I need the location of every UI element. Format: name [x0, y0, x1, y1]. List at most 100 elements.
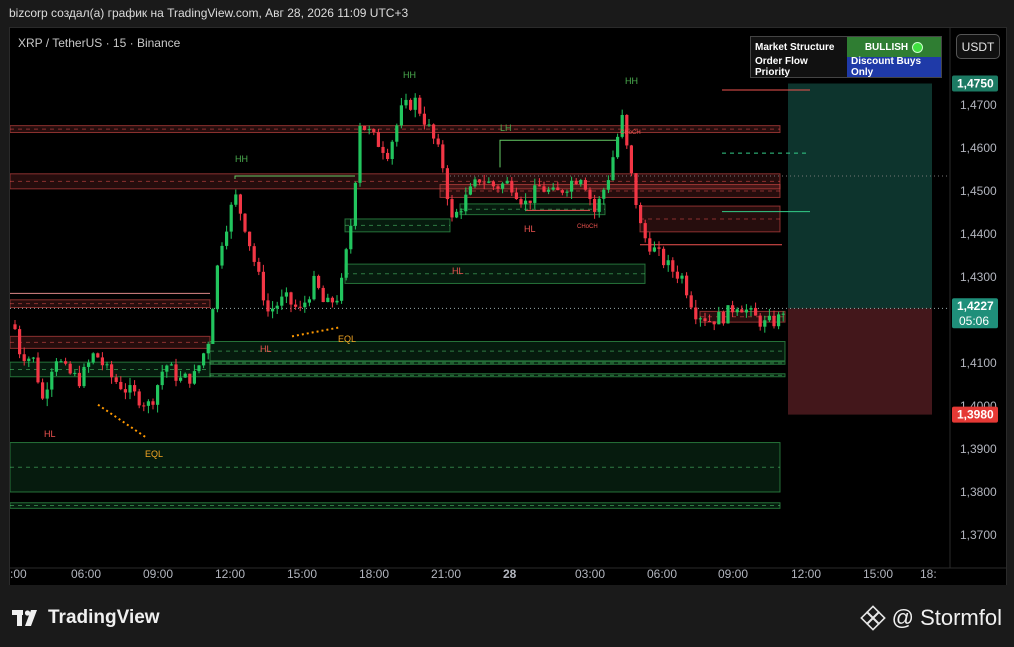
candle-body [13, 324, 17, 330]
candle-body [156, 385, 160, 405]
zones-layer [10, 83, 932, 509]
time-tick: 09:00 [718, 567, 748, 581]
symbol-label[interactable]: XRP / TetherUS · 15 · Binance [18, 36, 180, 50]
candle-body [188, 373, 192, 384]
author-tag[interactable]: @ Stormfol [859, 605, 1002, 631]
candle-body [68, 363, 72, 374]
eql-line-1 [97, 403, 147, 439]
candle-body [556, 187, 560, 191]
time-tick: 12:00 [791, 567, 821, 581]
candle-body [574, 180, 578, 185]
candle-body [367, 129, 371, 131]
chart-caption: bizcorp создал(а) график на TradingView.… [9, 6, 409, 20]
candle-body [740, 309, 744, 313]
candle-body [349, 225, 353, 250]
marker-hh-1: HH [235, 154, 248, 164]
candle-body [648, 238, 652, 252]
candle-body [675, 271, 679, 279]
candle-body [593, 198, 597, 212]
candle-body [353, 182, 357, 226]
candle-body [381, 146, 385, 153]
candle-body [100, 357, 104, 366]
candle-body [59, 361, 63, 363]
candle-body [694, 307, 698, 320]
candle-body [657, 247, 661, 249]
candle-body [496, 186, 500, 189]
candle-body [583, 180, 587, 190]
structure-line-2 [499, 139, 618, 168]
current-price-label-countdown: 05:06 [959, 314, 989, 328]
candle-body [455, 211, 459, 218]
candle-body [629, 145, 633, 174]
candle-body [114, 377, 118, 382]
candle-body [473, 179, 477, 187]
candle-body [64, 361, 68, 364]
candle-body [128, 385, 132, 393]
candle-body [459, 211, 463, 213]
candle-body [298, 306, 302, 308]
candle-body [280, 296, 284, 306]
candle-body [18, 329, 22, 355]
candle-body [652, 247, 656, 252]
time-tick: 06:00 [71, 567, 101, 581]
price-tick: 1,4600 [960, 141, 997, 155]
marker-choch-1: CHoCH [577, 224, 598, 230]
marker-hh-3: HH [625, 76, 638, 86]
order-flow-row: Order Flow Priority Discount Buys Only [751, 56, 941, 78]
price-tick: 1,4400 [960, 227, 997, 241]
price-tick: 1,3700 [960, 528, 997, 542]
chart-area[interactable]: HH HH HH LH HL HL HL HL EQL EQL CHoCH CHoCH 1,4700 1… [9, 27, 1007, 586]
candle-body [248, 231, 252, 247]
time-tick: 18:00 [359, 567, 389, 581]
candle-body [767, 315, 771, 321]
market-structure-row: Market Structure BULLISH [751, 37, 941, 57]
marker-eql-1: EQL [145, 449, 163, 459]
market-structure-value: BULLISH [847, 37, 941, 57]
candle-body [445, 168, 449, 200]
candle-body [146, 401, 150, 406]
order-flow-label: Order Flow Priority [751, 56, 847, 78]
candle-body [639, 205, 643, 224]
candle-body [616, 136, 620, 158]
candle-body [54, 361, 58, 372]
candle-body [634, 173, 638, 206]
price-tick: 1,3900 [960, 442, 997, 456]
candle-body [643, 223, 647, 239]
candle-body [468, 186, 472, 195]
candle-body [87, 362, 91, 367]
tradingview-logo[interactable]: TradingView [12, 607, 160, 629]
candle-body [215, 265, 219, 310]
stop-loss-zone [788, 308, 932, 415]
time-tick: 06:00 [647, 567, 677, 581]
candle-body [735, 309, 739, 313]
take-profit-zone [788, 83, 932, 309]
candle-body [510, 180, 514, 193]
candle-body [482, 182, 486, 184]
candle-body [611, 157, 615, 181]
candle-body [662, 248, 666, 266]
candle-body [225, 231, 229, 246]
candle-body [110, 364, 114, 378]
candle-body [211, 309, 215, 344]
marker-hl-1: HL [44, 429, 56, 439]
currency-button[interactable]: USDT [956, 34, 1000, 59]
candle-body [432, 124, 436, 139]
candle-body [703, 318, 707, 322]
candle-body [96, 353, 100, 358]
candle-body [441, 144, 445, 169]
candle-body [151, 401, 155, 405]
candle-body [340, 277, 344, 301]
price-tick: 1,4300 [960, 270, 997, 284]
tradingview-brand-text: TradingView [48, 607, 160, 628]
candle-body [376, 132, 380, 147]
marker-choch-2: CHoCH [620, 130, 641, 136]
candle-body [202, 353, 206, 366]
time-tick: 15:00 [287, 567, 317, 581]
candle-body [505, 180, 509, 184]
market-structure-label: Market Structure [751, 37, 847, 57]
candle-body [560, 190, 564, 193]
candle-body [220, 245, 224, 266]
candle-body [321, 287, 325, 303]
price-chart[interactable]: HH HH HH LH HL HL HL HL EQL EQL CHoCH CHoCH 1,4700 1… [10, 28, 1006, 585]
candle-body [464, 194, 468, 212]
